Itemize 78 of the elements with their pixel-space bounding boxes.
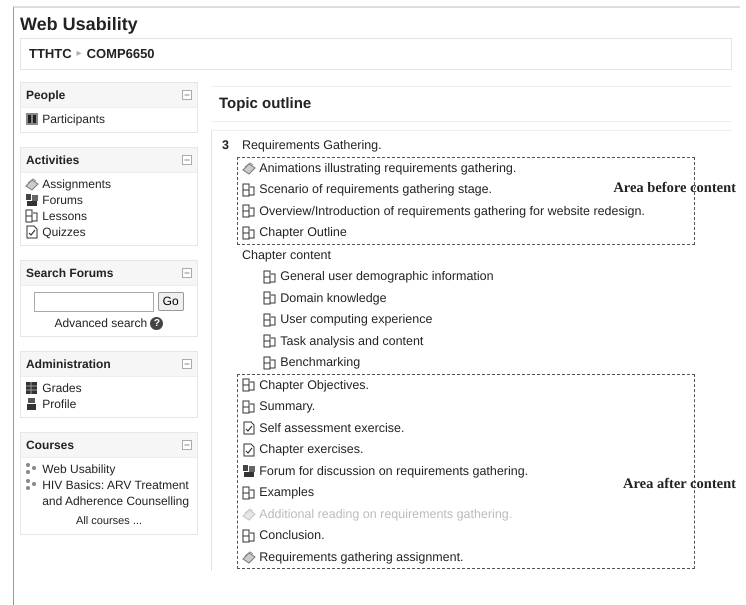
collapse-icon[interactable] [182,440,192,450]
activity-link[interactable]: Domain knowledge [280,288,387,309]
page-title: Web Usability [20,13,139,36]
activity-link[interactable]: Requirements gathering assignment. [259,546,464,568]
people-icon [25,112,39,126]
sidebar-link[interactable]: Participants [42,110,105,126]
activity-link[interactable]: Summary. [259,396,316,418]
people-icon [242,464,256,478]
paper-stack-icon [242,507,256,522]
document-stack-icon [263,312,277,327]
document-stack-icon [263,291,277,306]
dots-icon [25,462,39,476]
sidebar-link[interactable]: Grades [42,380,82,396]
activity-link[interactable]: Conclusion. [259,525,325,546]
paper-stack-icon [242,550,256,564]
block-title: Administration [26,356,111,373]
activity-link[interactable]: Self assessment exercise. [259,418,404,439]
paper-stack-icon [242,161,256,176]
activity-link[interactable]: User computing experience [280,309,432,330]
block-title: People [26,86,66,104]
content-heading: Chapter content [242,246,332,264]
sidebar-link[interactable]: Profile [42,396,76,412]
sidebar-link[interactable]: Assignments [42,176,111,192]
grid-icon [25,381,39,395]
activity-link[interactable]: Chapter Objectives. [259,374,370,396]
all-courses-link[interactable]: All courses ... [76,515,142,528]
document-stack-icon [242,486,256,500]
document-stack-icon [263,270,277,284]
advanced-search-link[interactable]: Advanced search [54,315,148,331]
help-icon[interactable]: ? [150,316,164,330]
go-button[interactable]: Go [158,292,184,312]
person-icon [25,397,39,411]
activity-link[interactable]: Forum for discussion on requirements gathering. [259,460,528,482]
document-stack-icon [242,226,256,240]
activity-link[interactable]: Animations illustrating requirements gathering. [259,158,516,179]
block-title: Activities [26,152,80,168]
collapse-icon[interactable] [182,268,192,278]
collapse-icon[interactable] [182,90,192,100]
document-stack-icon [242,378,256,392]
dots-icon [25,478,39,492]
activity-link[interactable]: Chapter Outline [259,222,347,244]
annotation-label: Area after content [622,475,736,494]
document-stack-icon [263,334,277,348]
collapse-icon[interactable] [182,154,192,164]
activity-link[interactable]: Overview/Introduction of requirements gathering for website redesign. [259,200,645,222]
activity-link[interactable]: General user demographic information [280,266,494,288]
checked-page-icon [242,421,256,436]
paper-stack-icon [25,176,39,190]
activity-link[interactable]: Examples [259,482,314,504]
sidebar-link[interactable]: Forums [42,192,83,208]
breadcrumb-separator: ▸ [76,47,82,62]
sidebar-link[interactable]: HIV Basics: ARV Treatment and Adherence Counselling [42,477,193,509]
breadcrumb-link[interactable]: TTHTC [29,44,72,64]
people-icon [25,192,39,206]
document-stack-icon [242,528,256,543]
breadcrumb-link[interactable]: COMP6650 [86,44,155,64]
block-title: Search Forums [26,264,114,282]
sidebar-link[interactable]: Lessons [42,208,87,224]
block-title: Courses [26,437,74,454]
activity-link[interactable]: Chapter exercises. [259,439,364,460]
activity-link[interactable]: Benchmarking [280,352,360,374]
sidebar-link[interactable]: Quizzes [42,224,86,240]
document-stack-icon [242,204,256,218]
checked-page-icon [25,224,39,238]
document-stack-icon [242,182,256,197]
section-title: Requirements Gathering. [242,137,382,154]
document-stack-icon [242,400,256,414]
section-heading: Topic outline [211,86,732,122]
collapse-icon[interactable] [182,359,192,369]
document-stack-icon [263,356,277,370]
search-field[interactable] [34,292,154,312]
document-stack-icon [25,208,39,222]
activity-link[interactable]: Task analysis and content [280,330,424,352]
activity-link[interactable]: Scenario of requirements gathering stage. [259,179,492,200]
checked-page-icon [242,442,256,457]
section-number: 3 [222,137,229,154]
sidebar-link[interactable]: Web Usability [42,461,116,477]
annotation-label: Area before content [613,179,736,197]
